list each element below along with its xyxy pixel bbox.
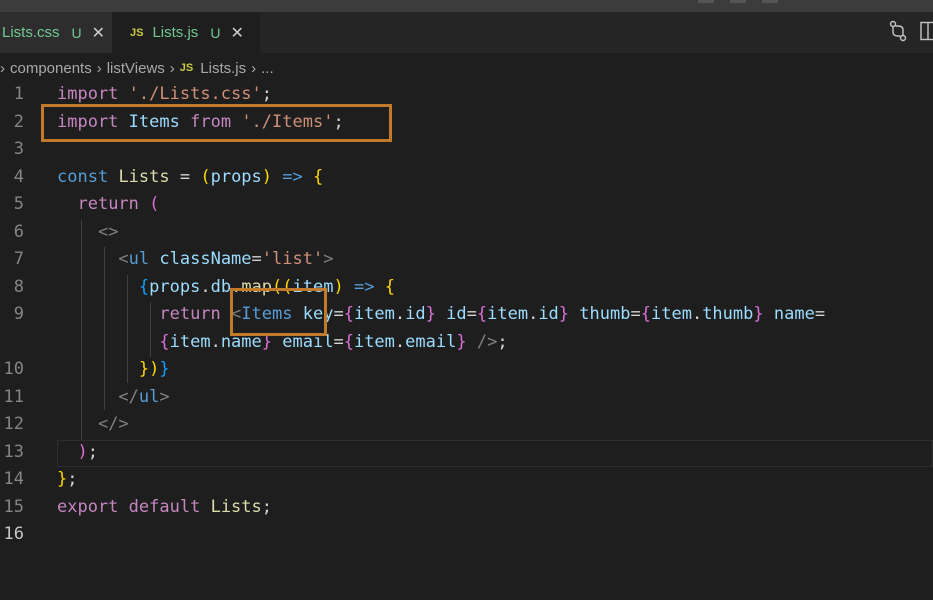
code-line[interactable]: 14 }; (0, 466, 933, 494)
close-icon[interactable]: ✕ (92, 23, 105, 42)
restore-icon[interactable] (762, 0, 778, 3)
source-control-icon[interactable] (888, 20, 908, 47)
breadcrumb-item-file[interactable]: Lists.js (200, 60, 246, 77)
code-line[interactable]: 11 </ul> (0, 384, 933, 412)
line-number: 1 (13, 84, 24, 104)
line-number: 9 (13, 304, 24, 324)
line-number: 12 (3, 414, 24, 434)
tab-title: Lists.css (2, 24, 60, 41)
code-line[interactable]: 9 return <Items key={item.id} id={item.i… (0, 301, 933, 329)
chevron-right-icon: › (0, 59, 5, 77)
tab-title: Lists.js (152, 24, 199, 41)
code-text: return <Items key={item.id} id={item.id}… (159, 304, 826, 324)
code-line[interactable]: 4 const Lists = (props) => { (0, 164, 933, 192)
minimize-icon[interactable] (698, 0, 714, 3)
breadcrumb: › components › listViews › JS Lists.js ›… (0, 56, 933, 80)
line-number: 2 (13, 111, 24, 132)
line-number: 6 (13, 221, 24, 242)
code-text: })} (138, 359, 170, 379)
breadcrumb-item-components[interactable]: components (10, 60, 92, 77)
breadcrumb-ellipsis[interactable]: ... (261, 60, 274, 77)
line-number: 11 (3, 386, 24, 407)
code-line[interactable]: 12 </> (0, 411, 933, 439)
line-number: 8 (13, 276, 24, 297)
code-line[interactable]: 15 export default Lists; (0, 494, 933, 522)
code-line-current[interactable]: 16 (0, 521, 933, 549)
breadcrumb-item-listviews[interactable]: listViews (107, 60, 165, 77)
highlight-box-items-component (230, 288, 327, 336)
code-text: export default Lists; (57, 496, 273, 517)
line-number: 4 (13, 166, 24, 187)
tab-lists-js[interactable]: JS Lists.js U ✕ (112, 12, 260, 53)
untracked-badge: U (210, 24, 221, 41)
line-number: 3 (13, 139, 24, 159)
js-file-icon: JS (179, 62, 194, 74)
code-text: const Lists = (props) => { (57, 166, 324, 187)
line-number: 5 (13, 194, 24, 214)
code-line[interactable]: 7 <ul className='list'> (0, 246, 933, 274)
code-line[interactable]: {item.name} email={item.email} />; (0, 329, 933, 357)
close-icon[interactable]: ✕ (230, 23, 243, 42)
highlight-box-import-items (41, 104, 392, 142)
line-number: 14 (3, 469, 24, 489)
split-editor-icon[interactable] (920, 21, 933, 46)
code-text: </ul> (118, 386, 170, 407)
code-line[interactable]: 13 ); (0, 439, 933, 467)
line-number: 13 (3, 441, 24, 462)
code-text: ); (77, 441, 98, 462)
chevron-right-icon: › (96, 59, 102, 77)
js-file-icon: JS (130, 26, 144, 39)
code-line[interactable]: 6 <> (0, 219, 933, 247)
line-number: 7 (13, 249, 24, 269)
line-number: 10 (3, 359, 24, 379)
line-number: 15 (3, 496, 24, 517)
tab-bar: Lists.css U ✕ JS Lists.js U ✕ (0, 12, 933, 53)
untracked-badge: U (71, 24, 82, 41)
chevron-right-icon: › (251, 59, 257, 77)
code-text: </> (97, 414, 129, 434)
code-line[interactable]: 5 return ( (0, 191, 933, 219)
line-number: 16 (3, 524, 24, 544)
code-text: {props.db.map((item) => { (138, 276, 395, 297)
code-line[interactable]: 10 })} (0, 356, 933, 384)
title-bar (0, 0, 933, 12)
code-text: <ul className='list'> (118, 249, 334, 269)
code-line[interactable]: 8 {props.db.map((item) => { (0, 274, 933, 302)
code-text: <> (97, 221, 119, 242)
code-text: return ( (77, 194, 160, 214)
code-text: }; (57, 469, 78, 489)
chevron-right-icon: › (169, 59, 175, 77)
tab-lists-css[interactable]: Lists.css U ✕ (0, 12, 112, 53)
maximize-icon[interactable] (730, 0, 746, 3)
